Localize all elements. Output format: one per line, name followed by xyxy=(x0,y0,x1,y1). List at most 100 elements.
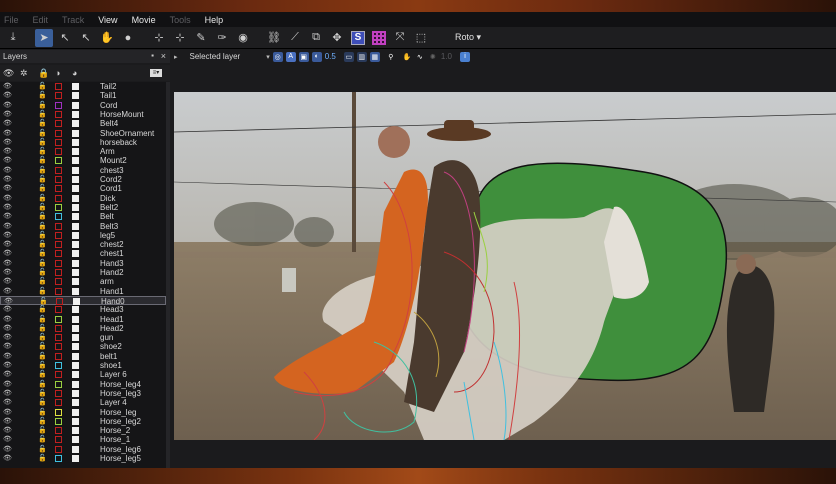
layer-color-swatch[interactable] xyxy=(55,408,62,416)
lock-icon[interactable]: 🔓 xyxy=(38,110,47,119)
layer-color-swatch[interactable] xyxy=(55,138,62,146)
lock-icon[interactable]: 🔓 xyxy=(38,156,47,165)
layer-color-swatch[interactable] xyxy=(55,445,62,453)
eye-icon[interactable]: 👁 xyxy=(3,380,12,389)
eye-icon[interactable]: 👁 xyxy=(3,129,12,138)
layer-color-swatch[interactable] xyxy=(55,194,62,202)
eye-icon[interactable]: 👁 xyxy=(3,426,12,435)
layer-color-swatch[interactable] xyxy=(55,362,62,369)
layer-color-swatch[interactable] xyxy=(55,166,62,174)
eye-icon[interactable]: 👁 xyxy=(3,277,12,286)
layer-color-swatch[interactable] xyxy=(55,250,62,258)
layer-row[interactable]: 👁 🔓 shoe2 xyxy=(0,342,166,351)
layers-menu-icon[interactable]: ≡▾ xyxy=(150,69,162,77)
lock-icon[interactable]: 🔓 xyxy=(38,203,47,212)
layer-matte-swatch[interactable] xyxy=(72,315,79,323)
lock-icon[interactable]: 🔓 xyxy=(38,129,47,138)
lock-icon[interactable]: 🔓 xyxy=(38,231,47,240)
spline-s-button[interactable]: S xyxy=(349,29,367,47)
eye-icon[interactable]: 👁 xyxy=(3,110,12,119)
layer-color-swatch[interactable] xyxy=(55,389,62,397)
roto-mode-dropdown[interactable]: Roto ▾ xyxy=(455,32,481,43)
brush-icon[interactable]: ✑ xyxy=(213,29,231,47)
lock-icon[interactable]: 🔓 xyxy=(38,370,47,379)
add-point-icon[interactable]: ⊹ xyxy=(150,29,168,47)
eye-icon[interactable]: 👁 xyxy=(3,417,12,426)
eye-icon[interactable]: 👁 xyxy=(3,194,12,203)
layer-matte-swatch[interactable] xyxy=(72,269,79,276)
lock-icon[interactable]: 🔓 xyxy=(38,435,47,444)
view-split-icon[interactable]: ▥ xyxy=(356,51,367,62)
eye-icon[interactable]: 👁 xyxy=(3,333,12,342)
layer-matte-swatch[interactable] xyxy=(72,148,79,156)
lock-icon[interactable]: 🔓 xyxy=(38,138,47,147)
layer-color-swatch[interactable] xyxy=(55,324,62,332)
layer-matte-swatch[interactable] xyxy=(72,176,79,183)
layer-matte-swatch[interactable] xyxy=(72,334,79,342)
layer-row[interactable]: 👁 🔓 chest1 xyxy=(0,249,166,258)
layer-matte-swatch[interactable] xyxy=(72,166,79,174)
layer-row[interactable]: 👁 🔓 belt1 xyxy=(0,352,166,361)
matte-opacity-value[interactable]: 0.5 xyxy=(325,52,336,61)
eye-icon[interactable]: 👁 xyxy=(3,315,12,324)
eye-icon[interactable]: 👁 xyxy=(3,147,12,156)
layer-matte-swatch[interactable] xyxy=(72,399,79,407)
layer-matte-swatch[interactable] xyxy=(72,287,79,295)
eye-icon[interactable]: 👁 xyxy=(3,370,12,379)
lock-icon[interactable]: 🔓 xyxy=(38,194,47,203)
layer-color-swatch[interactable] xyxy=(55,278,62,286)
select-arrow-icon[interactable]: ➤ xyxy=(35,28,53,47)
lock-icon[interactable]: 🔓 xyxy=(38,342,47,351)
layer-row[interactable]: 👁 🔓 Arm xyxy=(0,147,166,156)
layer-matte-swatch[interactable] xyxy=(72,241,79,249)
lock-icon[interactable]: 🔓 xyxy=(38,380,47,389)
layer-color-swatch[interactable] xyxy=(55,129,62,137)
layer-row[interactable]: 👁 🔓 Head1 xyxy=(0,315,166,324)
link-icon[interactable]: ⛓ xyxy=(265,29,283,47)
layer-row[interactable]: 👁 🔓 Horse_leg2 xyxy=(0,417,166,426)
layer-color-swatch[interactable] xyxy=(55,213,62,221)
layer-row[interactable]: 👁 🔓 Horse_1 xyxy=(0,435,166,444)
move-icon[interactable]: ✥ xyxy=(328,29,346,47)
layer-row[interactable]: 👁 🔓 Cord xyxy=(0,101,166,110)
bounding-box-icon[interactable]: ⬚ xyxy=(412,29,430,47)
eye-icon[interactable]: 👁 xyxy=(3,231,12,240)
layer-matte-swatch[interactable] xyxy=(72,213,79,221)
eye-icon[interactable]: 👁 xyxy=(3,249,12,258)
layer-color-swatch[interactable] xyxy=(55,185,62,193)
layer-row[interactable]: 👁 🔓 Mount2 xyxy=(0,156,166,165)
view-grid-icon[interactable]: ▦ xyxy=(369,51,380,62)
lock-column-icon[interactable]: 🔒 xyxy=(38,68,49,79)
chevron-down-icon[interactable]: ▾ xyxy=(266,53,270,61)
eye-icon[interactable]: 👁 xyxy=(3,352,12,361)
hand-pan-icon[interactable]: ✋ xyxy=(98,29,116,47)
layer-matte-swatch[interactable] xyxy=(72,278,79,286)
layer-color-swatch[interactable] xyxy=(55,101,62,109)
menu-item-tools[interactable]: Tools xyxy=(170,15,191,25)
zoom-dot-icon[interactable]: ● xyxy=(119,29,137,47)
layer-color-swatch[interactable] xyxy=(55,287,62,295)
layer-color-swatch[interactable] xyxy=(55,110,62,118)
lock-icon[interactable]: 🔓 xyxy=(38,315,47,324)
eye-icon[interactable]: 👁 xyxy=(3,203,12,212)
layer-matte-swatch[interactable] xyxy=(72,380,79,388)
layer-row[interactable]: 👁 🔓 Horse_2 xyxy=(0,426,166,435)
eye-icon[interactable]: 👁 xyxy=(3,454,12,463)
layer-row[interactable]: 👁 🔓 Hand3 xyxy=(0,259,166,268)
pin-icon[interactable]: ▪ xyxy=(151,51,154,60)
eye-icon[interactable]: 👁 xyxy=(3,101,12,110)
lock-icon[interactable]: 🔓 xyxy=(38,268,47,277)
layer-color-swatch[interactable] xyxy=(55,427,62,435)
layer-row[interactable]: 👁 🔓 Head3 xyxy=(0,305,166,314)
settings-column-gear-icon[interactable]: ✲ xyxy=(20,68,28,79)
layer-color-swatch[interactable] xyxy=(55,380,62,388)
lock-icon[interactable]: 🔓 xyxy=(38,352,47,361)
lock-icon[interactable]: 🔓 xyxy=(38,222,47,231)
layer-row[interactable]: 👁 🔓 gun xyxy=(0,333,166,342)
layer-color-swatch[interactable] xyxy=(55,120,62,128)
menu-item-track[interactable]: Track xyxy=(62,15,84,25)
layer-row[interactable]: 👁 🔓 Cord2 xyxy=(0,175,166,184)
pin-tracker-icon[interactable]: ⚲ xyxy=(386,52,396,62)
layer-row[interactable]: 👁 🔓 Horse_leg4 xyxy=(0,380,166,389)
menu-item-movie[interactable]: Movie xyxy=(132,15,156,25)
